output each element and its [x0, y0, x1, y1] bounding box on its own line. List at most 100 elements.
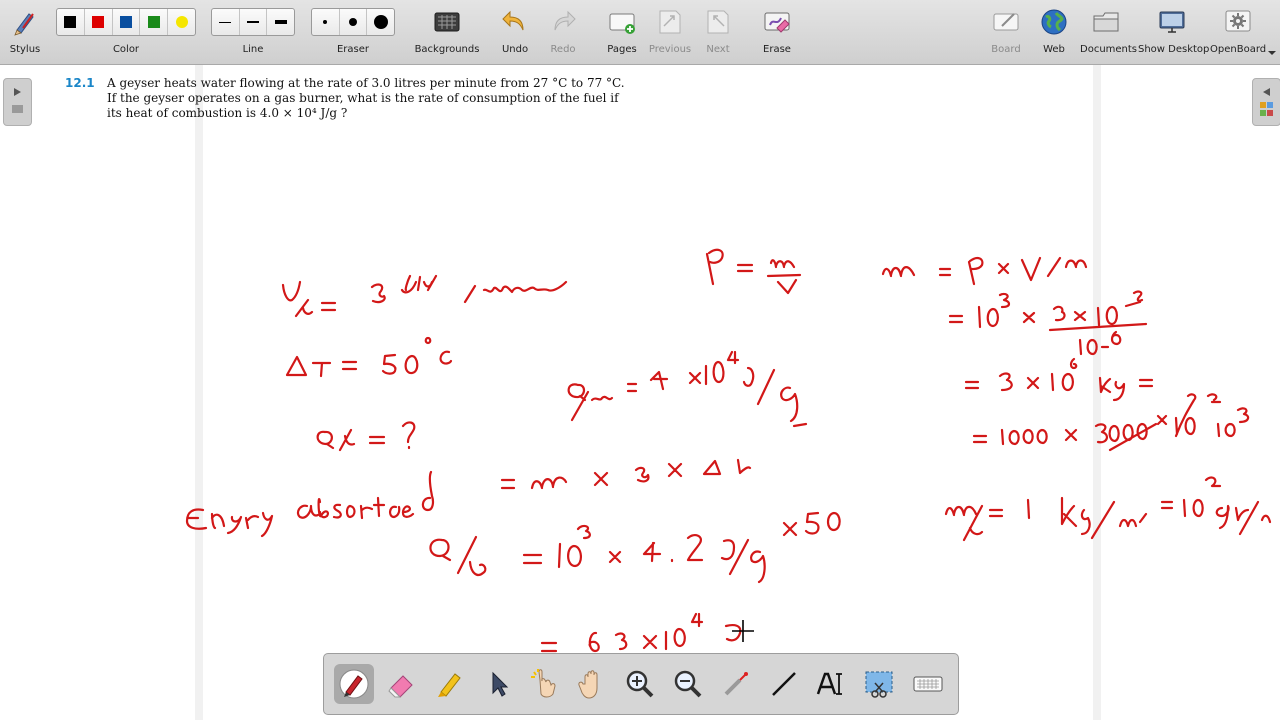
eraser-small[interactable] — [312, 9, 340, 35]
stylus-label: Stylus — [9, 44, 41, 55]
color-tool: Color — [56, 0, 196, 64]
eraser-small-icon — [323, 20, 328, 24]
swatch-green — [147, 16, 160, 28]
color-green[interactable] — [140, 9, 169, 35]
handwriting-layer — [185, 248, 1272, 653]
erase-icon — [764, 12, 790, 33]
pen-tool-button[interactable] — [334, 664, 374, 704]
line-thin-icon — [219, 21, 232, 23]
handwriting-energy-absorbed — [185, 470, 435, 538]
line-medium[interactable] — [240, 9, 268, 35]
openboard-label: OpenBoard — [1210, 44, 1267, 55]
main-toolbar: Stylus Color Line Eraser Backgrounds Und… — [0, 0, 1280, 65]
backgrounds-button[interactable]: Backgrounds — [414, 0, 480, 64]
documents-label: Documents — [1080, 44, 1138, 55]
zoom-in-icon — [626, 670, 654, 698]
hand-icon — [578, 670, 598, 699]
redo-icon — [554, 10, 576, 31]
hand-tool-button[interactable] — [572, 664, 612, 704]
color-blue[interactable] — [113, 9, 141, 35]
redo-button[interactable]: Redo — [544, 0, 582, 64]
chevron-down-icon[interactable] — [1267, 49, 1277, 57]
highlighter-tool-button[interactable] — [430, 664, 470, 704]
eraser-label: Eraser — [336, 44, 370, 55]
backgrounds-icon — [434, 12, 460, 32]
handwriting-heat-combustion — [567, 350, 808, 428]
color-label: Color — [112, 44, 140, 55]
handwriting-mass-calc — [881, 256, 1250, 452]
keyboard-button[interactable] — [908, 664, 948, 704]
documents-button[interactable]: Documents — [1080, 0, 1138, 64]
board-icon — [993, 13, 1019, 31]
line-width-picker — [211, 8, 295, 36]
eraser-tool-button[interactable] — [381, 664, 421, 704]
highlighter-icon — [438, 673, 461, 697]
pointer-icon — [492, 671, 509, 697]
openboard-button[interactable]: OpenBoard — [1210, 0, 1266, 64]
capture-tool-button[interactable] — [859, 664, 899, 704]
line-thin[interactable] — [212, 9, 240, 35]
keyboard-icon — [913, 676, 943, 692]
line-medium-icon — [247, 21, 259, 23]
handwriting-formula — [500, 458, 752, 490]
eraser-medium[interactable] — [340, 9, 368, 35]
erase-button[interactable]: Erase — [757, 0, 797, 64]
color-red[interactable] — [85, 9, 113, 35]
line-tool-icon — [724, 672, 748, 696]
swatch-black — [64, 16, 77, 28]
previous-button[interactable]: Previous — [648, 0, 692, 64]
board-page: 12.1 A geyser heats water flowing at the… — [0, 65, 1280, 720]
handwriting-heat-rate — [429, 511, 841, 584]
add-page-icon — [609, 13, 635, 34]
globe-icon — [1041, 9, 1067, 35]
color-black[interactable] — [57, 9, 85, 35]
eraser-medium-icon — [349, 18, 357, 26]
line-icon — [772, 672, 796, 696]
pages-button[interactable]: Pages — [602, 0, 642, 64]
eraser-large-icon — [373, 15, 388, 29]
pointer-tool-button[interactable] — [478, 664, 518, 704]
line-thick[interactable] — [267, 9, 294, 35]
undo-icon — [502, 10, 524, 31]
handwriting-flow-rate — [281, 274, 568, 318]
undo-button[interactable]: Undo — [496, 0, 534, 64]
color-picker — [56, 8, 196, 36]
eraser-icon — [388, 675, 413, 698]
web-button[interactable]: Web — [1034, 0, 1074, 64]
pages-label: Pages — [607, 44, 637, 55]
web-label: Web — [1043, 44, 1065, 55]
show-desktop-button[interactable]: Show Desktop — [1138, 0, 1209, 64]
pen-icon — [339, 669, 369, 699]
eraser-tool: Eraser — [311, 0, 395, 64]
folder-icon — [1093, 12, 1119, 32]
text-icon — [816, 672, 842, 695]
eraser-size-picker — [311, 8, 395, 36]
gear-icon — [1225, 10, 1251, 32]
handwriting-density — [705, 248, 802, 295]
board-button[interactable]: Board — [986, 0, 1026, 64]
laser-tool-button[interactable] — [716, 664, 756, 704]
previous-page-icon — [659, 10, 681, 34]
zoom-in-button[interactable] — [620, 664, 660, 704]
backgrounds-label: Backgrounds — [414, 44, 480, 55]
zoom-out-icon — [674, 670, 702, 698]
handwriting-heat-result — [540, 612, 754, 653]
line-draw-button[interactable] — [764, 664, 804, 704]
swatch-yellow — [175, 16, 188, 28]
eraser-large[interactable] — [367, 9, 394, 35]
board-label: Board — [991, 44, 1021, 55]
text-tool-button[interactable] — [811, 664, 851, 704]
redo-label: Redo — [550, 44, 576, 55]
handwriting-delta-t — [285, 336, 453, 378]
handwriting-mass-rate — [944, 476, 1272, 542]
zoom-out-button[interactable] — [668, 664, 708, 704]
stylus-icon — [14, 13, 34, 36]
next-page-icon — [707, 10, 729, 34]
laser-pointer-button[interactable] — [524, 664, 564, 704]
stylus-button[interactable]: Stylus — [0, 0, 50, 64]
next-label: Next — [706, 44, 730, 55]
next-button[interactable]: Next — [698, 0, 738, 64]
color-yellow[interactable] — [168, 9, 195, 35]
line-thick-icon — [274, 20, 287, 24]
capture-icon — [865, 671, 893, 698]
